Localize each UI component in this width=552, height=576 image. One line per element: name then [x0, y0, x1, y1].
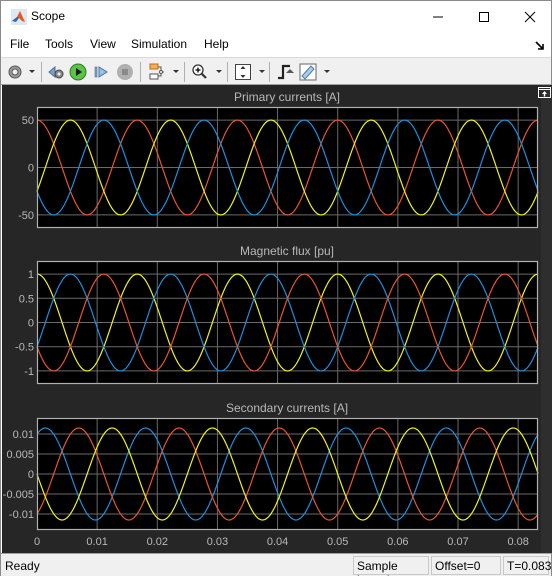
y-tick-label: 1 — [28, 269, 34, 281]
x-tick-label: 0.06 — [387, 536, 408, 548]
status-bar: Ready Sample based Offset=0 T=0.083 — [1, 553, 551, 576]
y-tick-label: 0 — [28, 469, 34, 481]
status-sample-mode: Sample based — [353, 556, 429, 576]
y-tick-label: 0.01 — [13, 429, 34, 441]
y-tick-label: 0 — [28, 163, 34, 175]
x-tick-label: 0.04 — [267, 536, 288, 548]
y-tick-label: -0.01 — [9, 509, 34, 521]
x-tick-label: 0.05 — [327, 536, 348, 548]
x-tick-label: 0 — [34, 536, 40, 548]
scope-window: Scope File Tools View Simulation Help Pr… — [0, 0, 552, 576]
y-tick-label: 0.5 — [19, 293, 34, 305]
status-offset: Offset=0 — [431, 556, 501, 575]
x-tick-label: 0.01 — [86, 536, 107, 548]
status-ready: Ready — [5, 559, 40, 573]
y-tick-label: -50 — [18, 210, 34, 222]
x-tick-label: 0.03 — [207, 536, 228, 548]
x-tick-label: 0.08 — [507, 536, 528, 548]
y-tick-label: -0.5 — [15, 342, 34, 354]
y-tick-label: 50 — [22, 115, 34, 127]
y-tick-label: -0.005 — [3, 489, 34, 501]
status-time: T=0.083 — [503, 556, 551, 575]
y-tick-label: 0.005 — [6, 449, 34, 461]
y-tick-label: -1 — [24, 366, 34, 378]
y-tick-label: 0 — [28, 318, 34, 330]
x-tick-label: 0.02 — [147, 536, 168, 548]
x-tick-label: 0.07 — [447, 536, 468, 548]
scope-plots: -50 0 50 -1 -0.5 0 0.5 1 -0.01 -0.005 0 0.005 0.01 0 0… — [3, 106, 539, 548]
